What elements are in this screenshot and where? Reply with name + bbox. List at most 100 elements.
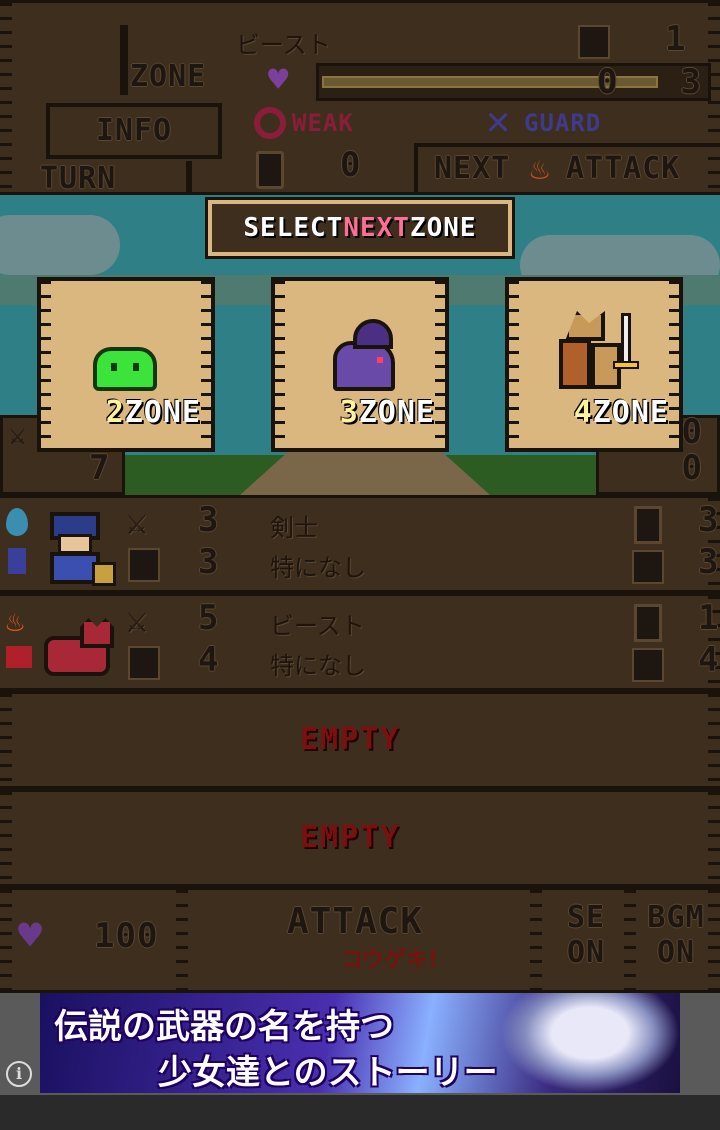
armored-knight-icon: [555, 307, 641, 395]
info-button[interactable]: INFO: [46, 103, 222, 159]
left-ruler: [0, 792, 12, 884]
card-ruler: [435, 281, 445, 448]
zone-card-3[interactable]: 3ZONE: [271, 277, 449, 452]
boot-icon: [632, 648, 664, 682]
bgm-toggle[interactable]: BGM ON: [640, 900, 712, 984]
zone-card-2[interactable]: 2ZONE: [37, 277, 215, 452]
banner-next: NEXT: [343, 213, 410, 243]
sword-icon: ⚔: [126, 600, 148, 641]
figure-icon: [8, 548, 26, 574]
unit-name: 剣士: [270, 514, 318, 542]
se-state: ON: [566, 935, 606, 970]
enemy-hp-bar: 0 3: [316, 62, 711, 102]
card-ruler: [275, 281, 285, 448]
se-label: SE: [566, 900, 606, 935]
bottom-bar: [0, 1095, 720, 1130]
sword-icon: ⚔: [9, 418, 26, 451]
status-header: ZONE ビースト 1 ♥ 0 3 INFO WEAK ✕ GUARD TURN…: [0, 0, 720, 198]
boot-icon: [632, 550, 664, 584]
shield-icon: [256, 151, 284, 189]
beast-portrait: [40, 612, 120, 684]
heart-icon: ♥: [268, 60, 289, 100]
side-bottom-value: 4: [698, 640, 720, 680]
atk-value: 3: [198, 500, 220, 540]
flame-icon: ♨: [530, 149, 550, 187]
card-ruler: [669, 281, 679, 448]
attack-button-sub: コウゲキ!: [340, 948, 438, 973]
zone-card-label: 3ZONE: [340, 395, 435, 430]
attack-button[interactable]: ATTACK コウゲキ!: [270, 902, 440, 982]
flame-icon: ♨: [6, 604, 25, 639]
slime-icon: [93, 347, 157, 391]
ad-info-icon[interactable]: i: [6, 1061, 32, 1087]
banner-zone: ZONE: [409, 213, 477, 243]
swordsman-portrait: [40, 506, 120, 586]
ad-character-art: [500, 993, 680, 1093]
empty-slot-1[interactable]: EMPTY: [0, 691, 720, 789]
zone-word: ZONE: [358, 395, 435, 430]
turn-label: TURN: [40, 161, 117, 196]
attack-button-label: ATTACK: [286, 901, 424, 942]
zone-word: ZONE: [124, 395, 201, 430]
weak-label: WEAK: [292, 109, 354, 137]
shield-count: 0: [340, 145, 362, 185]
zone-card-label: 2ZONE: [106, 395, 201, 430]
turn-divider: [186, 161, 192, 197]
side-top-value: 3: [698, 500, 720, 540]
bgm-state: ON: [656, 935, 696, 970]
party-row-1[interactable]: ⚔ 3 3 剣士 特になし 3 3: [0, 495, 720, 593]
bgm-label: BGM: [647, 900, 705, 935]
footer-controls: ♥ 100 ATTACK コウゲキ! SE ON BGM ON: [0, 887, 720, 993]
water-drop-icon: [6, 508, 28, 536]
boot-icon: [128, 646, 160, 680]
guard-x-icon: ✕: [486, 98, 511, 144]
boot-icon: [128, 548, 160, 582]
enemy-name: ビースト: [236, 31, 331, 59]
info-label: INFO: [95, 113, 173, 148]
control-divider: [624, 890, 636, 990]
left-ruler: [0, 890, 12, 990]
next-attack-label: ATTACK: [566, 151, 681, 186]
enemy-hp-current: 0: [597, 62, 619, 102]
ad-banner[interactable]: 伝説の武器の名を持つ 少女達とのストーリー: [40, 993, 680, 1093]
zone-number: 4: [573, 395, 593, 430]
party-row-2[interactable]: ♨ ⚔ 5 4 ビースト 特になし 1 4: [0, 593, 720, 691]
zone-number: 2: [105, 395, 125, 430]
ad-line-2: 少女達とのストーリー: [158, 1053, 498, 1093]
se-toggle[interactable]: SE ON: [556, 900, 616, 984]
player-hp: 100: [94, 916, 159, 956]
boot-count: 1: [665, 19, 687, 59]
next-label: NEXT: [434, 151, 511, 186]
side-top-value: 1: [698, 598, 720, 638]
zone-word: ZONE: [592, 395, 669, 430]
card-ruler: [41, 281, 51, 448]
def-value: 4: [198, 640, 220, 680]
zone-label: ZONE: [130, 59, 207, 94]
unit-skill: 特になし: [270, 652, 366, 680]
zone-marker-bar: [120, 25, 128, 95]
guard-label: GUARD: [524, 109, 602, 137]
right-ruler: [708, 792, 720, 884]
def-value: 3: [198, 542, 220, 582]
field-right-bottom: 0: [681, 448, 703, 488]
ad-line-1: 伝説の武器の名を持つ: [54, 1007, 394, 1047]
field-right-top: 0: [681, 412, 703, 452]
card-ruler: [509, 281, 519, 448]
card-ruler: [201, 281, 211, 448]
right-ruler: [708, 694, 720, 786]
empty-slot-2[interactable]: EMPTY: [0, 789, 720, 887]
player-heart-icon: ♥: [18, 913, 43, 959]
zone-card-4[interactable]: 4ZONE: [505, 277, 683, 452]
control-divider: [530, 890, 542, 990]
zone-number: 3: [339, 395, 359, 430]
cloud: [0, 215, 120, 275]
next-attack-box: NEXT ♨ ATTACK: [414, 143, 720, 198]
ad-area: i 伝説の武器の名を持つ 少女達とのストーリー: [0, 993, 720, 1095]
sword-icon: ⚔: [126, 502, 148, 543]
shield-icon: [634, 604, 662, 642]
left-ruler: [0, 3, 12, 192]
claw-icon: [6, 646, 32, 668]
select-next-zone-banner: SELECTNEXTZONE: [205, 197, 515, 259]
purple-beast-icon: [325, 313, 401, 393]
unit-skill: 特になし: [270, 554, 366, 582]
